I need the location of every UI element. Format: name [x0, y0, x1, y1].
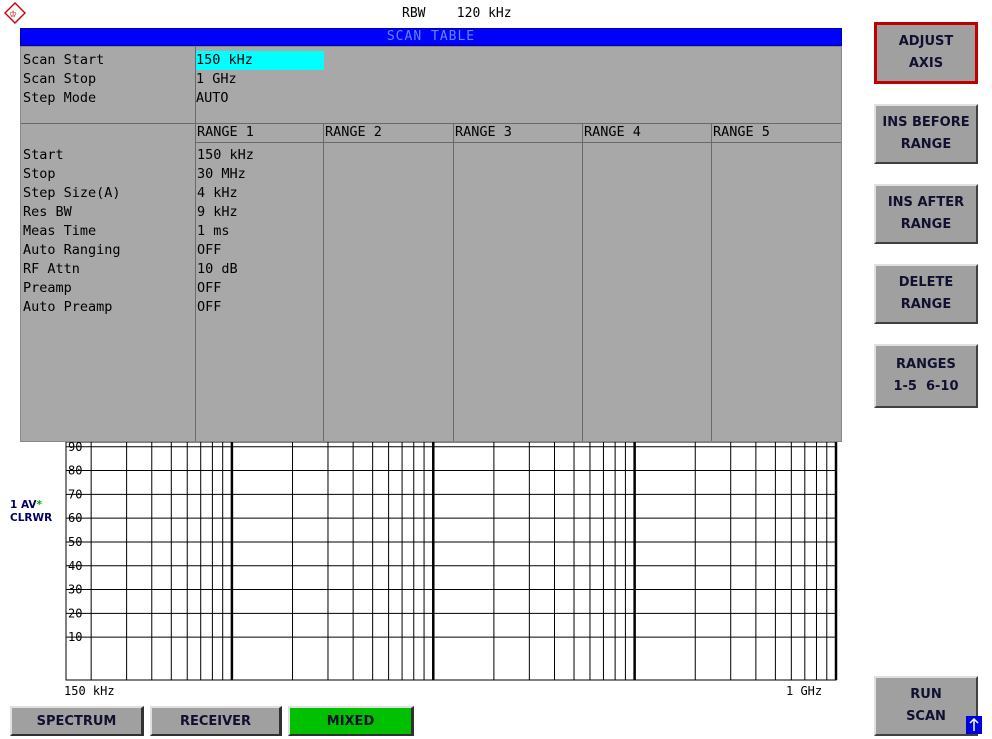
range1-value[interactable]: 9 kHz: [197, 203, 238, 222]
scan-stop-value[interactable]: 1 GHz: [196, 70, 237, 89]
y-tick-label: 90: [68, 442, 82, 454]
scan-start-label: Scan Start: [23, 52, 105, 68]
range-header-5[interactable]: RANGE 5: [713, 123, 770, 142]
y-tick-label: 30: [68, 583, 82, 597]
scan-table: Scan Start 150 kHz Scan Stop 1 GHz Step …: [20, 46, 842, 442]
y-tick-label: 70: [68, 487, 82, 501]
ins-after-range-button[interactable]: INS AFTER RANGE: [874, 184, 978, 244]
param-label: Auto Preamp: [23, 299, 113, 315]
trace-mode: 1 AV: [10, 499, 37, 511]
range-header-2[interactable]: RANGE 2: [325, 123, 382, 142]
range-header-3[interactable]: RANGE 3: [455, 123, 512, 142]
range1-value[interactable]: 1 ms: [197, 222, 230, 241]
y-tick-label: 60: [68, 511, 82, 525]
scan-stop-label: Scan Stop: [23, 71, 97, 87]
y-tick-label: 50: [68, 535, 82, 549]
tab-spectrum[interactable]: SPECTRUM: [10, 706, 144, 736]
ranges-toggle-button[interactable]: RANGES 1-5 6-10: [874, 344, 978, 408]
tab-mixed[interactable]: MIXED: [288, 706, 414, 736]
trace-detector: CLRWR: [10, 512, 53, 524]
rbw-label: RBW: [402, 6, 426, 21]
scroll-up-icon[interactable]: [966, 716, 982, 734]
step-mode-value[interactable]: AUTO: [196, 89, 229, 108]
divider: [711, 123, 712, 441]
range1-value[interactable]: 30 MHz: [197, 165, 246, 184]
divider: [195, 142, 841, 143]
svg-text:♔: ♔: [9, 10, 17, 20]
param-label: Preamp: [23, 280, 72, 296]
rbw-value: 120 kHz: [456, 6, 512, 21]
range-header-4[interactable]: RANGE 4: [584, 123, 641, 142]
rbw-readout: RBW 120 kHz: [402, 6, 512, 21]
param-label: Stop: [23, 166, 56, 182]
spectrum-chart: 90 80 70 60 50 40 30 20 10: [65, 442, 838, 681]
range1-value[interactable]: 150 kHz: [197, 146, 254, 165]
plot-area: [65, 442, 837, 681]
range1-value[interactable]: OFF: [197, 298, 221, 317]
param-label: Auto Ranging: [23, 242, 121, 258]
rohde-schwarz-logo-icon: ♔: [4, 2, 26, 24]
y-tick-label: 10: [68, 630, 82, 644]
range1-value[interactable]: 10 dB: [197, 260, 238, 279]
x-start-label: 150 kHz: [64, 684, 115, 698]
delete-range-button[interactable]: DELETE RANGE: [874, 264, 978, 324]
range1-value[interactable]: OFF: [197, 279, 221, 298]
y-tick-label: 80: [68, 464, 82, 478]
range1-value[interactable]: OFF: [197, 241, 221, 260]
scan-table-title: SCAN TABLE: [386, 29, 476, 44]
param-label: Res BW: [23, 204, 72, 220]
scan-start-value[interactable]: 150 kHz: [196, 51, 324, 70]
param-label: Meas Time: [23, 223, 97, 239]
param-label: Step Size(A): [23, 185, 121, 201]
trace-indicator: 1 AV* CLRWR: [10, 499, 52, 525]
x-stop-label: 1 GHz: [786, 684, 823, 698]
divider: [195, 47, 196, 441]
param-label: RF Attn: [23, 261, 80, 277]
tab-receiver[interactable]: RECEIVER: [150, 706, 282, 736]
param-label: Start: [23, 147, 64, 163]
y-tick-label: 20: [68, 606, 82, 620]
divider: [323, 123, 324, 441]
ins-before-range-button[interactable]: INS BEFORE RANGE: [874, 104, 978, 164]
divider: [582, 123, 583, 441]
step-mode-label: Step Mode: [23, 90, 97, 106]
scan-table-title-bar: SCAN TABLE: [20, 28, 842, 46]
y-tick-label: 40: [68, 559, 82, 573]
divider: [453, 123, 454, 441]
range1-value[interactable]: 4 kHz: [197, 184, 238, 203]
run-scan-button[interactable]: RUN SCAN: [874, 676, 978, 736]
range-header-1[interactable]: RANGE 1: [197, 123, 254, 142]
trace-star: *: [36, 499, 43, 511]
adjust-axis-button[interactable]: ADJUST AXIS: [874, 22, 978, 84]
